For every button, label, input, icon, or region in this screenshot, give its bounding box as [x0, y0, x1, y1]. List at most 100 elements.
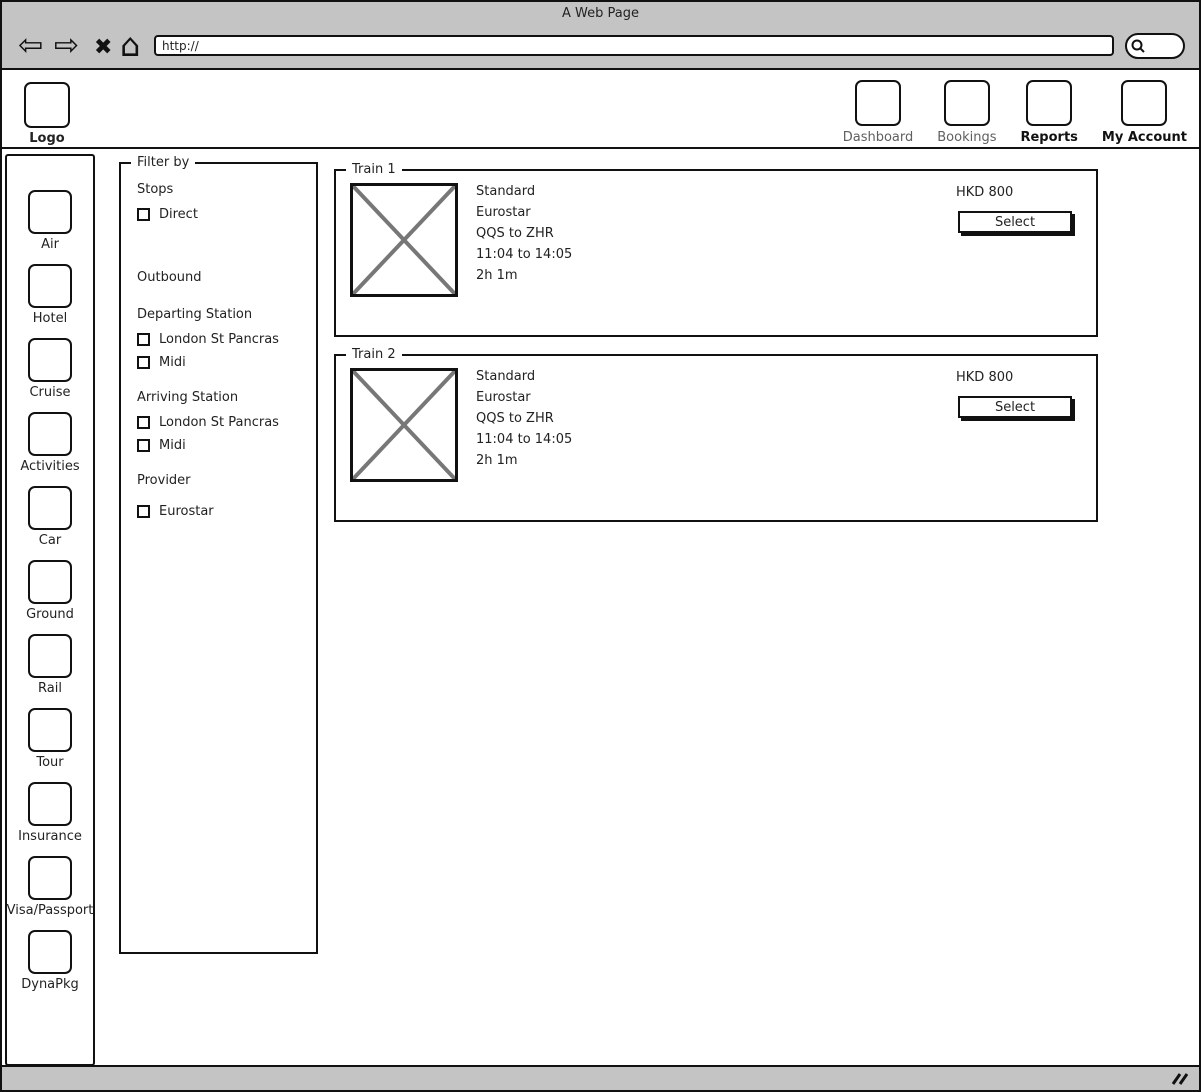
- checkbox-label: Direct: [159, 207, 198, 222]
- fare-class: Standard: [476, 366, 572, 387]
- select-button[interactable]: Select: [958, 211, 1072, 233]
- checkbox-label: Midi: [159, 355, 186, 370]
- sidebar-item-label: Activities: [20, 459, 79, 474]
- price: HKD 800: [956, 185, 1013, 200]
- browser-toolbar: ⇦ ⇨ ✖ ⌂: [2, 26, 1199, 70]
- nav-item-bookings[interactable]: Bookings: [937, 80, 996, 145]
- checkbox-departing-midi[interactable]: Midi: [137, 355, 308, 370]
- spacer: [137, 461, 308, 473]
- fare-class: Standard: [476, 181, 572, 202]
- sidebar-item-label: Cruise: [28, 385, 72, 400]
- sidebar-item-rail[interactable]: Rail: [28, 634, 72, 696]
- my-account-icon: [1121, 80, 1167, 126]
- provider: Eurostar: [476, 387, 572, 408]
- price: HKD 800: [956, 370, 1013, 385]
- filter-content: Stops Direct Outbound Departing Station …: [121, 164, 316, 519]
- dashboard-icon: [855, 80, 901, 126]
- filter-panel: Filter by Stops Direct Outbound Departin…: [119, 162, 318, 954]
- nav-item-label: Dashboard: [843, 130, 914, 145]
- tour-icon: [28, 708, 72, 752]
- checkbox-icon[interactable]: [137, 333, 150, 346]
- departing-station-title: Departing Station: [137, 307, 308, 322]
- checkbox-icon[interactable]: [137, 356, 150, 369]
- ground-icon: [28, 560, 72, 604]
- checkbox-arriving-london-st-pancras[interactable]: London St Pancras: [137, 415, 308, 430]
- air-icon: [28, 190, 72, 234]
- image-placeholder: [350, 368, 458, 482]
- nav-item-reports[interactable]: Reports: [1020, 80, 1077, 145]
- checkbox-arriving-midi[interactable]: Midi: [137, 438, 308, 453]
- bookings-icon: [944, 80, 990, 126]
- reports-icon: [1026, 80, 1072, 126]
- sidebar-item-tour[interactable]: Tour: [28, 708, 72, 770]
- checkbox-label: Midi: [159, 438, 186, 453]
- sidebar-item-dynapkg[interactable]: DynaPkg: [21, 930, 79, 992]
- select-button[interactable]: Select: [958, 396, 1072, 418]
- duration: 2h 1m: [476, 450, 572, 471]
- arriving-station-title: Arriving Station: [137, 390, 308, 405]
- sidebar-item-label: DynaPkg: [21, 977, 79, 992]
- checkbox-provider-eurostar[interactable]: Eurostar: [137, 504, 308, 519]
- provider: Eurostar: [476, 202, 572, 223]
- checkbox-icon[interactable]: [137, 208, 150, 221]
- sidebar-item-label: Car: [28, 533, 72, 548]
- train-1-card: Train 1 Standard Eurostar QQS to ZHR 11:…: [334, 169, 1098, 337]
- resize-handle-icon[interactable]: [1169, 1071, 1189, 1091]
- checkbox-label: Eurostar: [159, 504, 214, 519]
- train-1-legend: Train 1: [346, 162, 402, 177]
- sidebar-item-label: Insurance: [18, 829, 82, 844]
- sidebar-item-ground[interactable]: Ground: [26, 560, 74, 622]
- hotel-icon: [28, 264, 72, 308]
- logo-label: Logo: [22, 131, 72, 146]
- checkbox-icon[interactable]: [137, 505, 150, 518]
- activities-icon: [28, 412, 72, 456]
- sidebar-item-air[interactable]: Air: [28, 190, 72, 252]
- url-input[interactable]: [154, 35, 1114, 56]
- checkbox-direct[interactable]: Direct: [137, 207, 308, 222]
- sidebar-item-hotel[interactable]: Hotel: [28, 264, 72, 326]
- filter-panel-legend: Filter by: [131, 155, 195, 170]
- sidebar-item-visa-passport[interactable]: Visa/Passport: [7, 856, 94, 918]
- checkbox-departing-london-st-pancras[interactable]: London St Pancras: [137, 332, 308, 347]
- train-details: Standard Eurostar QQS to ZHR 11:04 to 14…: [476, 181, 572, 286]
- sidebar-item-cruise[interactable]: Cruise: [28, 338, 72, 400]
- sidebar-item-label: Hotel: [28, 311, 72, 326]
- nav-item-dashboard[interactable]: Dashboard: [843, 80, 914, 145]
- forward-arrow-icon[interactable]: ⇨: [54, 24, 79, 68]
- sidebar-item-activities[interactable]: Activities: [20, 412, 79, 474]
- status-bar: [2, 1065, 1199, 1090]
- top-navigation: Dashboard Bookings Reports My Account: [843, 80, 1187, 145]
- route: QQS to ZHR: [476, 408, 572, 429]
- sidebar-item-label: Tour: [28, 755, 72, 770]
- checkbox-icon[interactable]: [137, 439, 150, 452]
- provider-title: Provider: [137, 473, 308, 488]
- stops-title: Stops: [137, 182, 308, 197]
- app-header: Logo Dashboard Bookings Reports My Accou…: [2, 70, 1199, 149]
- sidebar-item-label: Ground: [26, 607, 74, 622]
- cruise-icon: [28, 338, 72, 382]
- checkbox-icon[interactable]: [137, 416, 150, 429]
- search-input[interactable]: [1125, 33, 1185, 59]
- visa-passport-icon: [28, 856, 72, 900]
- spacer: [137, 295, 308, 307]
- logo: Logo: [22, 82, 72, 146]
- stop-x-icon[interactable]: ✖: [94, 26, 112, 70]
- back-arrow-icon[interactable]: ⇦: [18, 24, 43, 68]
- nav-item-label: My Account: [1102, 130, 1187, 145]
- sidebar-item-car[interactable]: Car: [28, 486, 72, 548]
- nav-item-my-account[interactable]: My Account: [1102, 80, 1187, 145]
- duration: 2h 1m: [476, 265, 572, 286]
- product-sidebar: Air Hotel Cruise Activities Car Ground: [5, 154, 95, 1066]
- times: 11:04 to 14:05: [476, 244, 572, 265]
- home-icon[interactable]: ⌂: [120, 23, 140, 67]
- browser-chrome: A Web Page ⇦ ⇨ ✖ ⌂: [2, 2, 1199, 70]
- rail-icon: [28, 634, 72, 678]
- sidebar-item-label: Air: [28, 237, 72, 252]
- train-2-card: Train 2 Standard Eurostar QQS to ZHR 11:…: [334, 354, 1098, 522]
- sidebar-item-insurance[interactable]: Insurance: [18, 782, 82, 844]
- nav-item-label: Reports: [1020, 130, 1077, 145]
- window-title: A Web Page: [2, 2, 1199, 26]
- checkbox-label: London St Pancras: [159, 415, 279, 430]
- train-2-legend: Train 2: [346, 347, 402, 362]
- sidebar-item-label: Rail: [28, 681, 72, 696]
